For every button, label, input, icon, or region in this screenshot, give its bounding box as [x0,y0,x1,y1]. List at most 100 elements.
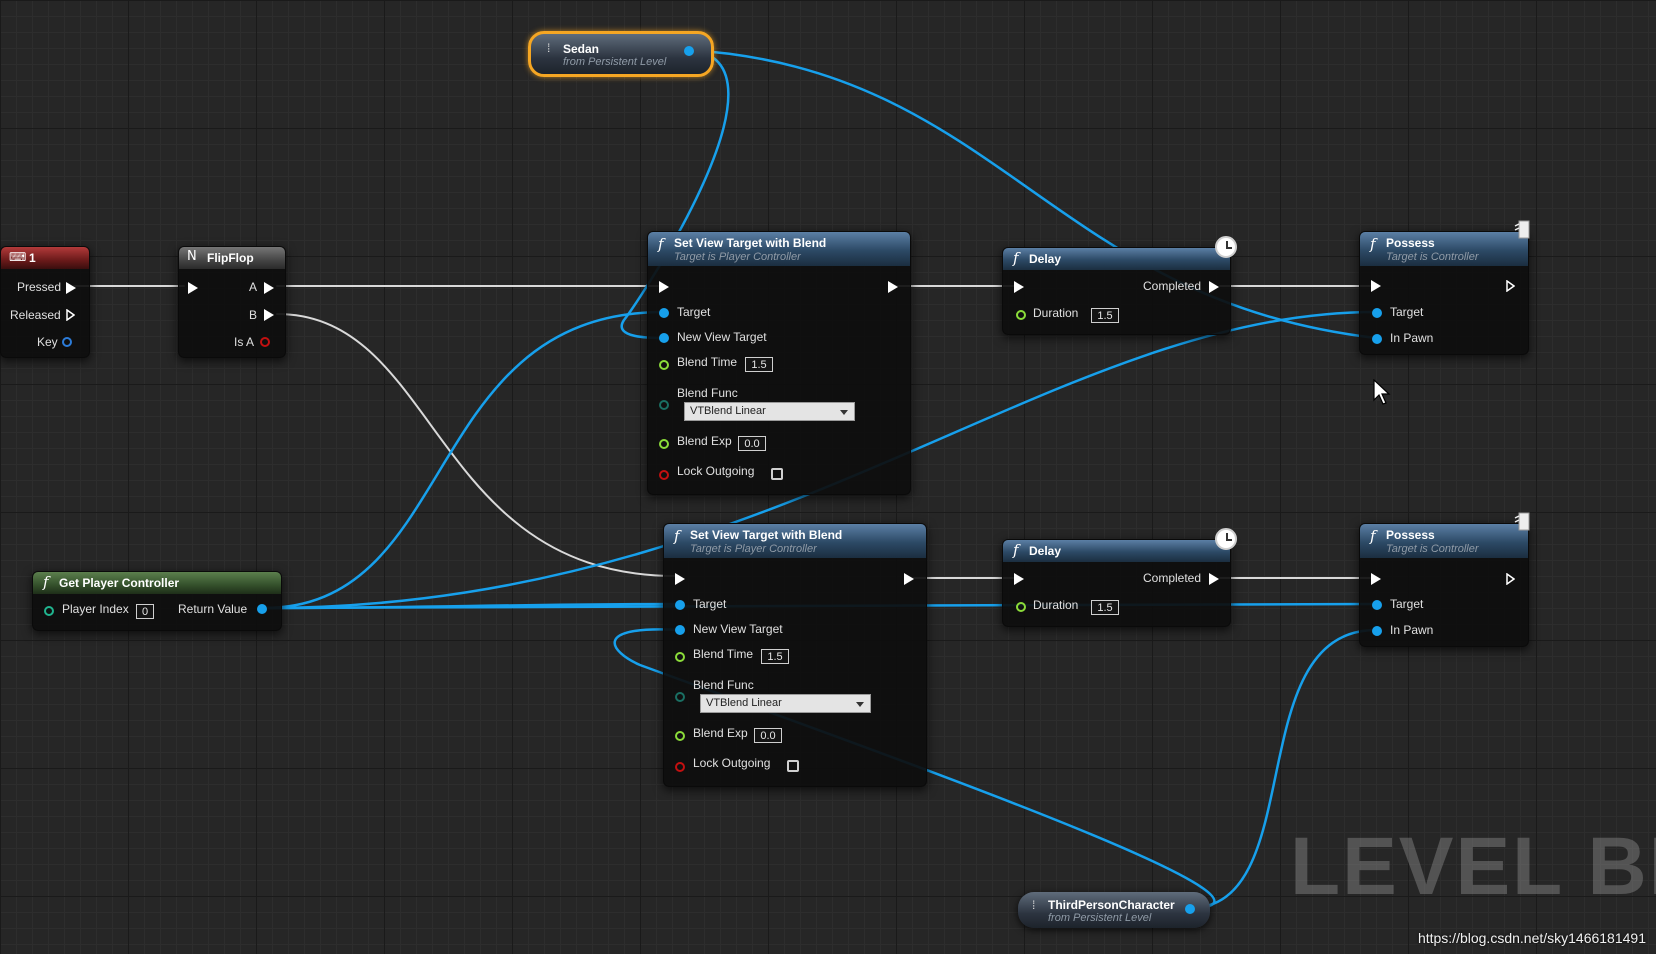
possess1-target-pin[interactable] [1372,308,1382,318]
svt1-header[interactable]: f Set View Target with Blend Target is P… [648,232,910,266]
mouse-cursor-icon [1373,379,1391,405]
pin-label-key: Key [37,335,58,349]
flipflop-node[interactable]: Ν FlipFlop A B Is A [178,246,286,358]
source-url-watermark: https://blog.csdn.net/sky1466181491 [1417,930,1646,946]
possess1-header[interactable]: f Possess Target is Controller [1360,232,1528,266]
possess1-in-pawn-pin[interactable] [1372,334,1382,344]
set-view-target-node-2[interactable]: f Set View Target with Blend Target is P… [663,523,927,787]
delay2-duration-input[interactable]: 1.5 [1091,600,1119,615]
gpc-player-index-input[interactable]: 0 [136,604,154,619]
possess-node-2[interactable]: f Possess Target is Controller Target In… [1359,512,1530,647]
delay1-header[interactable]: f Delay [1003,248,1230,270]
clock-icon [1215,236,1237,258]
key-pin[interactable] [62,337,72,347]
flipflop-header[interactable]: Ν FlipFlop [179,247,285,269]
gpc-return-value-pin[interactable] [257,604,267,614]
possess2-exec-out[interactable] [1506,573,1515,585]
svt2-blend-exp-label: Blend Exp [693,726,748,740]
key-event-title: 1 [29,251,36,265]
svt1-target-pin[interactable] [659,308,669,318]
gpc-player-index-pin[interactable] [44,606,54,616]
possess2-in-pawn-pin[interactable] [1372,626,1382,636]
object-wire-pc-svt1-target [262,310,666,610]
get-player-controller-node[interactable]: f Get Player Controller Player Index 0 R… [32,571,282,631]
svt1-exec-in[interactable] [659,281,669,293]
function-icon: f [658,235,664,253]
svt2-lock-outgoing-checkbox[interactable] [787,760,799,772]
sedan-reference-node[interactable]: ⁞ Sedan from Persistent Level [528,31,714,77]
svt2-blend-exp-pin[interactable] [675,731,685,741]
svt1-blend-func-dropdown[interactable]: VTBlend Linear [684,402,855,421]
set-view-target-node-1[interactable]: f Set View Target with Blend Target is P… [647,231,911,495]
svt1-blend-func-pin[interactable] [659,400,669,410]
exec-pin-b[interactable] [264,309,274,321]
is-a-pin[interactable] [260,337,270,347]
svt1-new-view-target-pin[interactable] [659,333,669,343]
svt2-blend-func-pin[interactable] [675,692,685,702]
exec-pin-released[interactable] [66,309,75,321]
svt2-header[interactable]: f Set View Target with Blend Target is P… [664,524,926,558]
possess2-header[interactable]: f Possess Target is Controller [1360,524,1528,558]
delay-node-2[interactable]: f Delay Completed Duration 1.5 [1002,528,1237,627]
svt1-blend-exp-label: Blend Exp [677,434,732,448]
object-wire-pc-svt2-target [262,602,682,610]
svt1-lock-outgoing-pin[interactable] [659,470,669,480]
delay2-header[interactable]: f Delay [1003,540,1230,562]
svt1-blend-func-value: VTBlend Linear [690,405,766,417]
exec-pin-flipflop-in[interactable] [188,282,198,294]
svt1-title: Set View Target with Blend [674,236,827,250]
svt1-blend-exp-pin[interactable] [659,439,669,449]
possess2-exec-in[interactable] [1371,573,1381,585]
svt1-lock-outgoing-label: Lock Outgoing [677,464,755,478]
key-event-header[interactable]: ⌨ 1 [1,247,89,269]
svt2-target-label: Target [693,597,727,611]
svt2-blend-time-input[interactable]: 1.5 [761,649,789,664]
pin-label-b: B [249,308,258,322]
tpc-output-pin[interactable] [1185,904,1195,914]
possess1-exec-out[interactable] [1506,280,1515,292]
delay1-completed-pin[interactable] [1209,281,1219,293]
svt2-exec-out[interactable] [904,573,914,585]
dropdown-arrow-icon [840,410,848,415]
delay1-title: Delay [1029,252,1062,266]
svt1-subtitle: Target is Player Controller [674,251,801,263]
key-event-node[interactable]: ⌨ 1 Pressed Released Key [0,246,90,358]
possess2-subtitle: Target is Controller [1386,543,1479,555]
delay1-exec-in[interactable] [1014,281,1024,293]
possess1-target-label: Target [1390,305,1424,319]
exec-wire-b-svt2 [276,313,677,577]
gpc-header[interactable]: f Get Player Controller [33,572,281,594]
svt2-blend-exp-input[interactable]: 0.0 [754,728,782,743]
third-person-character-reference-node[interactable]: ⁞ ThirdPersonCharacter from Persistent L… [1018,892,1210,928]
svt1-exec-out[interactable] [888,281,898,293]
svt2-title: Set View Target with Blend [690,528,843,542]
delay2-exec-in[interactable] [1014,573,1024,585]
svt2-new-view-target-pin[interactable] [675,625,685,635]
svt2-blend-time-pin[interactable] [675,652,685,662]
exec-pin-pressed[interactable] [66,282,76,294]
possess-node-1[interactable]: f Possess Target is Controller Target In… [1359,220,1530,355]
svt2-blend-func-dropdown[interactable]: VTBlend Linear [700,694,871,713]
svt2-exec-in[interactable] [675,573,685,585]
svt1-lock-outgoing-checkbox[interactable] [771,468,783,480]
delay2-duration-pin[interactable] [1016,602,1026,612]
sedan-title: Sedan [563,42,600,56]
svt2-target-pin[interactable] [675,600,685,610]
possess2-in-pawn-label: In Pawn [1390,623,1434,637]
possess1-exec-in[interactable] [1371,280,1381,292]
svt2-lock-outgoing-pin[interactable] [675,762,685,772]
delay2-completed-label: Completed [1143,571,1202,585]
svt1-blend-exp-input[interactable]: 0.0 [738,436,766,451]
delay1-duration-input[interactable]: 1.5 [1091,308,1119,323]
exec-pin-a[interactable] [264,282,274,294]
delay-node-1[interactable]: f Delay Completed Duration 1.5 [1002,236,1237,335]
delay1-duration-pin[interactable] [1016,310,1026,320]
sedan-output-pin[interactable] [684,46,694,56]
delay2-completed-pin[interactable] [1209,573,1219,585]
possess2-target-pin[interactable] [1372,600,1382,610]
function-icon: f [1013,541,1019,559]
svt1-blend-time-input[interactable]: 1.5 [745,357,773,372]
svt1-blend-time-pin[interactable] [659,360,669,370]
variable-icon: ⁞ [1032,898,1036,912]
svt1-target-label: Target [677,305,711,319]
